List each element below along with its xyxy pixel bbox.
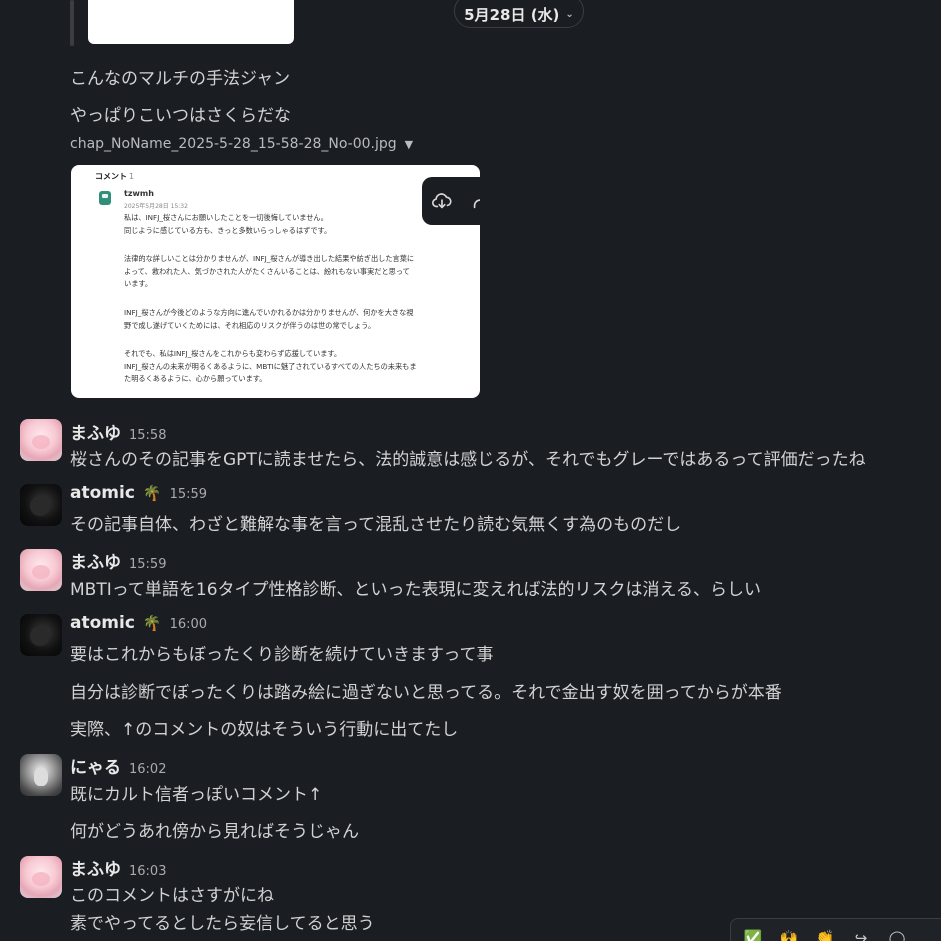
comment-paragraph: 法律的な詳しいことは分かりませんが、INFJ_桜さんが導き出した結果や紡ぎ出した… <box>124 254 415 288</box>
comment-paragraph: INFJ_桜さんが今後どのような方向に進んでいかれるかは分かりませんが、何かを大… <box>124 308 414 330</box>
timestamp[interactable]: 15:58 <box>129 428 166 443</box>
chat-window: 5月28日 (水) ⌄ こんなのマルチの手法ジャン やっぱりこいつはさくらだな … <box>0 0 941 941</box>
raised-hands-reaction-icon[interactable]: 🙌 <box>779 928 799 941</box>
message-line: やっぱりこいつはさくらだな <box>70 106 291 126</box>
comment-paragraph: 私は、INFJ_桜さんにお願いしたことを一切後悔していません。 同じように感じて… <box>124 213 332 235</box>
user-name[interactable]: まふゆ <box>70 855 121 880</box>
message-text: 要はこれからもぼったくり診断を続けていきますって事 <box>70 645 494 665</box>
message-text: 桜さんのその記事をGPTに読ませたら、法的誠意は感じるが、それでもグレーではある… <box>70 450 866 470</box>
avatar[interactable] <box>20 856 62 898</box>
message-text: 素でやってるとしたら妄信してると思う <box>70 914 375 934</box>
check-mark-reaction-icon[interactable]: ✅ <box>743 928 763 941</box>
message-header: まふゆ 15:58 <box>70 419 166 444</box>
message-text: 既にカルト信者っぽいコメント↑ <box>70 785 323 805</box>
user-name[interactable]: まふゆ <box>70 419 121 444</box>
timestamp[interactable]: 16:02 <box>129 762 166 777</box>
message-actions-bar: ✅ 🙌 👏 ↪ ◯ <box>730 918 941 941</box>
comment-paragraph: それでも、私はINFJ_桜さんをこれからも変わらず応援しています。 INFJ_桜… <box>124 349 417 383</box>
message-text: 実際、↑のコメントの奴はそういう行動に出てたし <box>70 720 459 740</box>
add-reaction-icon[interactable]: ◯ <box>887 928 907 941</box>
palm-tree-icon: 🌴 <box>142 614 162 632</box>
avatar[interactable] <box>20 754 62 796</box>
comment-header: コメント 1 <box>95 172 135 181</box>
avatar[interactable] <box>20 614 62 656</box>
image-attachment[interactable]: コメント 1 tzwmh 2025年5月28日 15:32 私は、INFJ_桜さん… <box>71 165 480 398</box>
timestamp[interactable]: 15:59 <box>170 487 207 502</box>
timestamp[interactable]: 15:59 <box>129 557 166 572</box>
timestamp[interactable]: 16:00 <box>170 617 207 632</box>
commenter-name: tzwmh <box>124 189 154 198</box>
avatar[interactable] <box>20 419 62 461</box>
message-header: atomic 🌴 15:59 <box>70 483 207 503</box>
message-text: 自分は診断でぼったくりは踏み絵に過ぎないと思ってる。それで金出す奴を囲ってからが… <box>70 683 782 703</box>
user-name[interactable]: atomic <box>70 613 135 633</box>
image-toolbar <box>422 177 480 225</box>
avatar[interactable] <box>20 549 62 591</box>
avatar[interactable] <box>20 484 62 526</box>
date-divider-button[interactable]: 5月28日 (水) ⌄ <box>454 0 584 28</box>
file-name-label: chap_NoName_2025-5-28_15-58-28_No-00.jpg <box>70 136 397 152</box>
message-header: まふゆ 15:59 <box>70 548 166 573</box>
message-text: その記事自体、わざと難解な事を言って混乱させたり読む気無くす為のものだし <box>70 515 682 535</box>
timestamp[interactable]: 16:03 <box>129 864 166 879</box>
palm-tree-icon: 🌴 <box>142 484 162 502</box>
user-name[interactable]: にゃる <box>70 753 121 778</box>
user-name[interactable]: atomic <box>70 483 135 503</box>
attachment-file-name[interactable]: chap_NoName_2025-5-28_15-58-28_No-00.jpg… <box>70 136 413 152</box>
previous-image-attachment[interactable] <box>88 0 294 44</box>
message-line: こんなのマルチの手法ジャン <box>70 69 291 89</box>
date-label: 5月28日 (水) <box>464 5 560 24</box>
quote-bar <box>70 0 74 46</box>
caret-down-icon[interactable]: ▼ <box>405 138 413 151</box>
message-header: atomic 🌴 16:00 <box>70 613 207 633</box>
user-name[interactable]: まふゆ <box>70 548 121 573</box>
message-header: にゃる 16:02 <box>70 753 166 778</box>
message-header: まふゆ 16:03 <box>70 855 166 880</box>
message-text: このコメントはさすがにね <box>70 886 274 906</box>
message-text: MBTIって単語を16タイプ性格診断、といった表現に変えれば法的リスクは消える、… <box>70 580 761 600</box>
message-text: 何がどうあれ傍から見ればそうじゃん <box>70 822 359 842</box>
download-icon[interactable] <box>427 186 457 216</box>
share-icon[interactable] <box>466 186 480 216</box>
reply-thread-icon[interactable]: ↪ <box>851 928 871 941</box>
commenter-avatar <box>99 191 111 205</box>
chevron-down-icon: ⌄ <box>565 8 574 20</box>
comment-date: 2025年5月28日 15:32 <box>124 203 188 210</box>
clap-reaction-icon[interactable]: 👏 <box>815 928 835 941</box>
